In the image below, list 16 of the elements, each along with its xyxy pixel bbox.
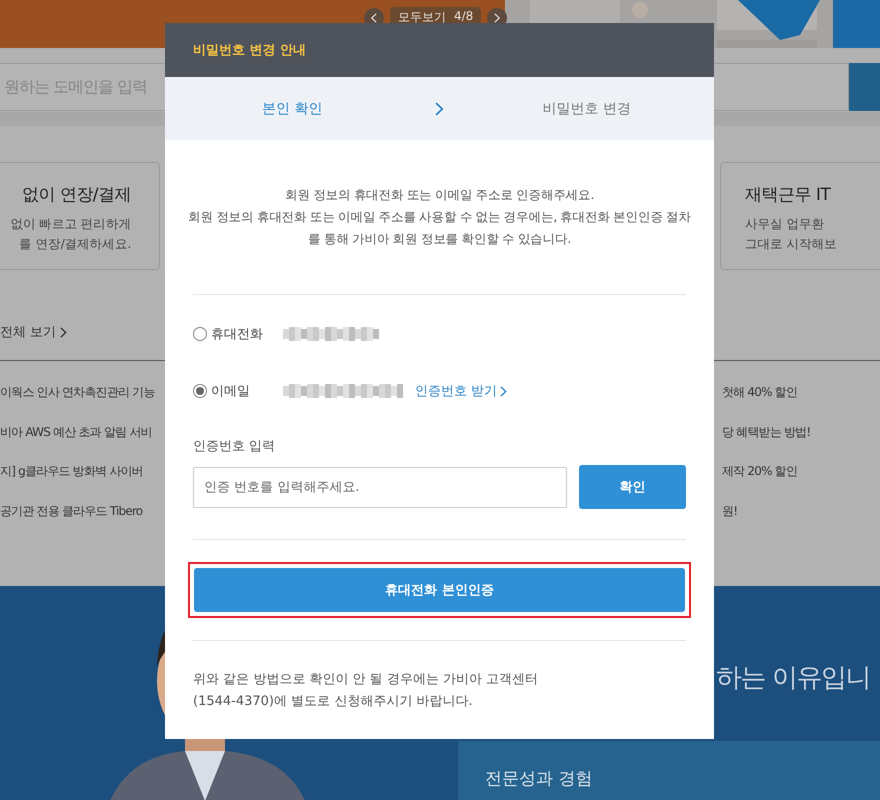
card-title: 재택근무 IT [745,184,830,206]
card-text: 없이 빠르고 편리하게 [10,215,131,233]
help-text: 위와 같은 방법으로 확인이 안 될 경우에는 가비아 고객센터 (1544-4370)에 별도로 신청해주시기 바랍니다. [193,671,540,711]
field-label: 인증번호 입력 [193,438,276,455]
radio-label: 휴대전화 [211,326,264,343]
card-title: 없이 연장/결제 [22,184,131,206]
dialog-title: 비밀번호 변경 안내 [193,42,306,59]
feature-title: 전문성과 경험 [485,769,592,789]
card-text: 를 연장/결제하세요. [19,235,131,253]
instruction-text: 회원 정보의 휴대전화 또는 이메일 주소로 인증해주세요. 회원 정보의 휴대전화 또는 이메일 주소를 사용할 수 없는 경우에는, 휴대전화 본인인증 절차 를 통해 가비아 회원 정보를 확인할 수 있습니다. [187,186,692,248]
section-heading: 하는 이유입니 [716,662,870,695]
step-label: 본인 확인 [261,100,324,118]
card-text: 그대로 시작해보 [745,235,837,253]
step-label: 비밀번호 변경 [542,100,632,118]
card-text: 사무실 업무환 [745,215,824,233]
radio-label: 이메일 [211,383,251,400]
